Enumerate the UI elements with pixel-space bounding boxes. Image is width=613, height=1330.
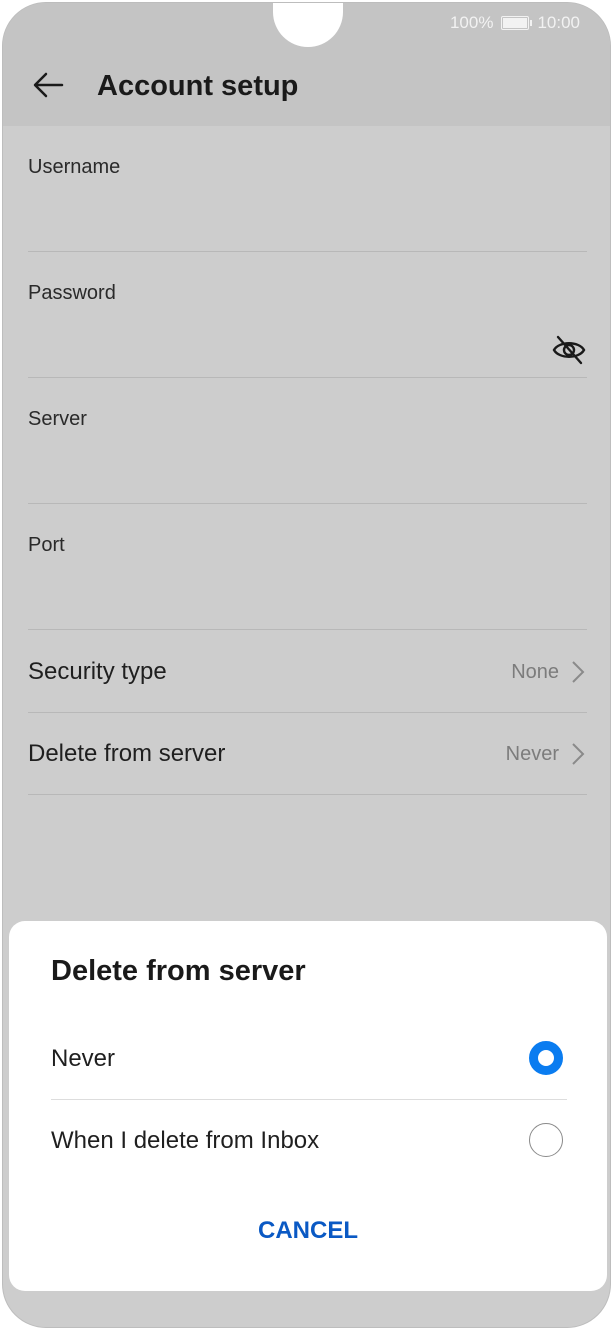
option-divider bbox=[51, 1099, 567, 1100]
delete-from-server-value: Never bbox=[505, 743, 559, 765]
option-never-label: Never bbox=[51, 1045, 116, 1072]
eye-off-icon[interactable] bbox=[551, 332, 587, 368]
security-type-row[interactable]: Security type None bbox=[28, 630, 587, 713]
delete-from-server-label: Delete from server bbox=[28, 740, 226, 767]
password-label: Password bbox=[28, 282, 116, 304]
server-field[interactable]: Server bbox=[28, 378, 587, 504]
dialog-title: Delete from server bbox=[51, 955, 306, 987]
username-field[interactable]: Username bbox=[28, 126, 587, 252]
radio-selected[interactable] bbox=[529, 1041, 563, 1075]
port-field[interactable]: Port bbox=[28, 504, 587, 630]
security-type-label: Security type bbox=[28, 658, 167, 685]
password-field[interactable]: Password bbox=[28, 252, 587, 378]
port-label: Port bbox=[28, 534, 65, 556]
server-label: Server bbox=[28, 408, 87, 430]
option-when-delete-inbox-label: When I delete from Inbox bbox=[51, 1127, 320, 1154]
username-label: Username bbox=[28, 156, 121, 178]
chevron-right-icon bbox=[572, 743, 585, 765]
security-type-value: None bbox=[511, 661, 559, 683]
delete-from-server-dialog: Delete from server Never When I delete f… bbox=[9, 921, 607, 1291]
chevron-right-icon bbox=[572, 661, 585, 683]
page-title: Account setup bbox=[97, 70, 299, 102]
option-when-delete-inbox[interactable]: When I delete from Inbox bbox=[51, 1101, 567, 1183]
arrow-left-icon[interactable] bbox=[31, 67, 67, 103]
battery-percent: 100% bbox=[449, 13, 494, 32]
battery-icon bbox=[501, 16, 533, 30]
phone-screen: 100% 10:00 Account setup Username Passwo… bbox=[2, 2, 611, 1328]
radio-unselected[interactable] bbox=[529, 1123, 563, 1157]
status-bar: 100% 10:00 bbox=[450, 13, 580, 33]
cancel-button[interactable]: CANCEL bbox=[9, 1217, 607, 1245]
delete-from-server-row[interactable]: Delete from server Never bbox=[28, 712, 587, 795]
option-never[interactable]: Never bbox=[51, 1019, 567, 1101]
clock: 10:00 bbox=[537, 13, 580, 32]
